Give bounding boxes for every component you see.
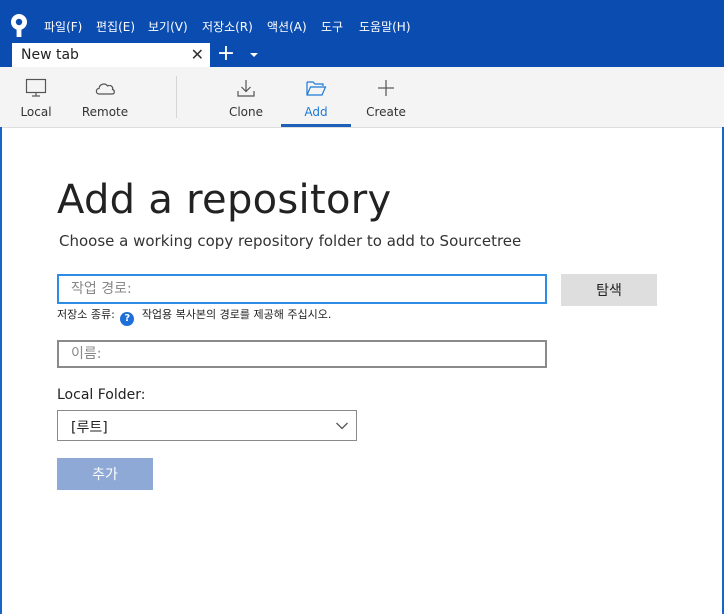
repository-type-message: 작업용 복사본의 경로를 제공해 주십시오. bbox=[141, 308, 332, 321]
menu-help[interactable]: 도움말(H) bbox=[359, 18, 411, 35]
toolbar-clone-button[interactable]: Clone bbox=[222, 67, 270, 127]
page-subtitle: Choose a working copy repository folder … bbox=[59, 232, 522, 250]
tab-new-tab[interactable]: New tab ✕ bbox=[12, 43, 210, 68]
title-bar: 파일(F) 편집(E) 보기(V) 저장소(R) 액션(A) 도구 도움말(H) bbox=[0, 0, 724, 41]
toolbar: Local Remote Clone Add Create bbox=[0, 67, 724, 128]
window-border-left bbox=[0, 127, 2, 614]
plus-icon bbox=[378, 80, 394, 96]
local-folder-label: Local Folder: bbox=[57, 387, 146, 403]
toolbar-remote-label: Remote bbox=[81, 105, 129, 119]
repository-type-hint: 저장소 종류: ? 작업용 복사본의 경로를 제공해 주십시오. bbox=[57, 306, 331, 326]
plus-icon[interactable]: + bbox=[216, 43, 236, 67]
monitor-icon bbox=[25, 78, 47, 97]
local-folder-value: [루트] bbox=[71, 420, 108, 436]
cloud-icon bbox=[95, 83, 115, 95]
menu-repository[interactable]: 저장소(R) bbox=[202, 18, 253, 35]
toolbar-remote-button[interactable]: Remote bbox=[78, 67, 132, 127]
download-icon bbox=[237, 80, 255, 97]
repository-type-label: 저장소 종류: bbox=[57, 308, 115, 321]
close-icon[interactable]: ✕ bbox=[191, 46, 204, 64]
local-folder-select[interactable]: [루트] bbox=[57, 410, 357, 441]
toolbar-add-label: Add bbox=[304, 105, 328, 119]
toolbar-create-label: Create bbox=[366, 105, 406, 119]
name-input[interactable] bbox=[57, 340, 547, 368]
menu-actions[interactable]: 액션(A) bbox=[267, 18, 307, 35]
toolbar-add-button[interactable]: Add bbox=[292, 67, 340, 127]
help-icon[interactable]: ? bbox=[120, 312, 135, 326]
page-title: Add a repository bbox=[57, 177, 392, 223]
sourcetree-logo-icon[interactable] bbox=[8, 13, 30, 37]
menu-tools[interactable]: 도구 bbox=[321, 18, 343, 35]
toolbar-divider bbox=[176, 76, 177, 118]
toolbar-local-button[interactable]: Local bbox=[12, 67, 60, 127]
folder-open-icon bbox=[306, 81, 327, 96]
toolbar-local-label: Local bbox=[20, 105, 52, 119]
menu-view[interactable]: 보기(V) bbox=[148, 18, 188, 35]
menu-edit[interactable]: 편집(E) bbox=[96, 18, 135, 35]
working-path-input[interactable] bbox=[57, 274, 547, 304]
chevron-down-icon bbox=[336, 422, 348, 430]
tab-title: New tab bbox=[21, 47, 79, 63]
toolbar-create-button[interactable]: Create bbox=[362, 67, 410, 127]
add-submit-button[interactable]: 추가 bbox=[57, 458, 153, 490]
active-tab-indicator bbox=[281, 124, 351, 127]
toolbar-clone-label: Clone bbox=[228, 105, 264, 119]
chevron-down-icon[interactable] bbox=[248, 49, 260, 61]
menu-file[interactable]: 파일(F) bbox=[44, 18, 82, 35]
browse-button[interactable]: 탐색 bbox=[561, 274, 657, 306]
